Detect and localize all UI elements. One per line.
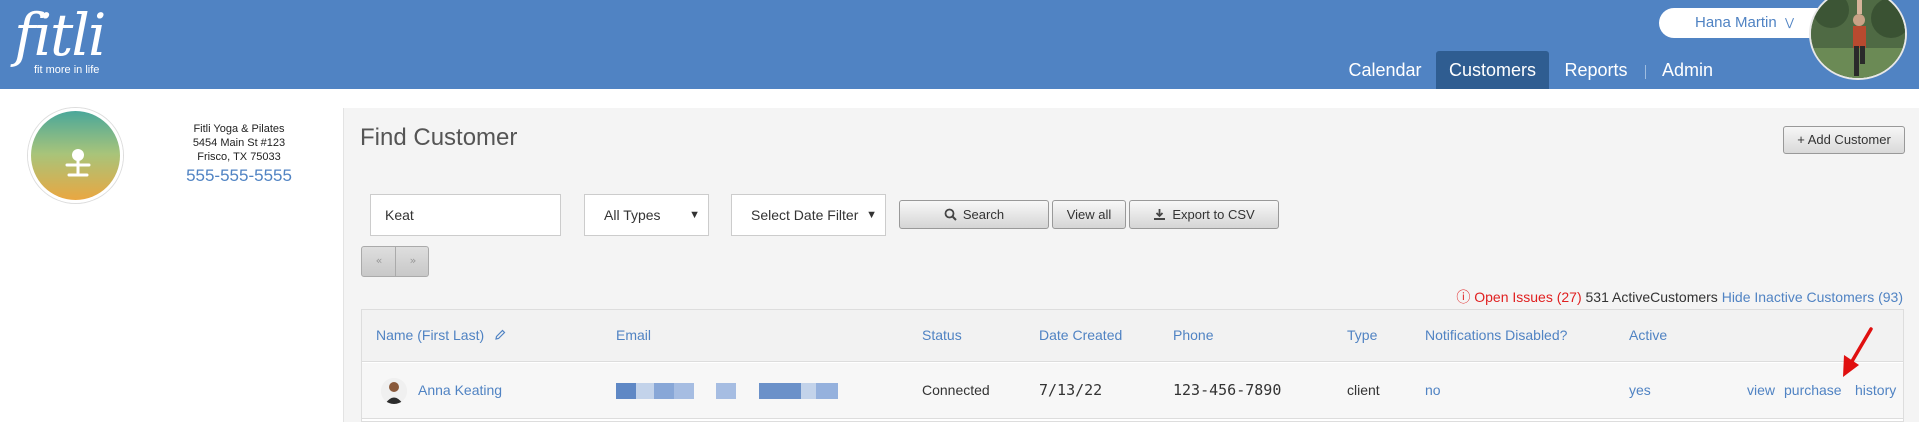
date-filter-value: Select Date Filter — [751, 207, 859, 223]
pagination: « » — [361, 246, 429, 277]
download-icon — [1154, 209, 1166, 220]
col-email[interactable]: Email — [616, 327, 651, 343]
studio-name: Fitli Yoga & Pilates — [193, 123, 285, 135]
export-csv-label: Export to CSV — [1172, 207, 1255, 222]
type-select[interactable]: All Types ▼ — [584, 194, 709, 236]
find-customer-panel: Find Customer + Add Customer All Types ▼… — [343, 108, 1919, 422]
col-notifications-disabled[interactable]: Notifications Disabled? — [1425, 327, 1567, 343]
pager-next-button[interactable]: » — [396, 254, 430, 267]
customer-status: Connected — [922, 382, 990, 398]
history-link[interactable]: history — [1855, 382, 1896, 398]
nav-calendar[interactable]: Calendar — [1340, 51, 1430, 89]
studio-logo-art — [31, 111, 120, 200]
customer-type: client — [1347, 382, 1380, 398]
col-name[interactable]: Name (First Last) — [376, 327, 506, 343]
add-customer-button[interactable]: + Add Customer — [1783, 126, 1905, 154]
search-button[interactable]: Search — [899, 200, 1049, 229]
customer-photo — [381, 378, 407, 404]
nav-reports-label: Reports — [1564, 60, 1628, 80]
nav-admin[interactable]: Admin — [1655, 51, 1720, 89]
customer-name-link[interactable]: Anna Keating — [418, 382, 502, 398]
top-bar: fitli fit more in life Calendar Customer… — [0, 0, 1919, 89]
view-all-button[interactable]: View all — [1052, 200, 1126, 229]
chevron-down-icon: ▼ — [866, 209, 877, 221]
redacted-email — [616, 383, 846, 399]
customer-date-created: 7/13/22 — [1039, 381, 1103, 399]
nav-customers[interactable]: Customers — [1436, 51, 1549, 89]
page-title: Find Customer — [360, 124, 518, 151]
customer-counts: ⓘ Open Issues (27) 531 ActiveCustomers H… — [1456, 287, 1903, 307]
view-link[interactable]: view — [1747, 382, 1775, 398]
purchase-link[interactable]: purchase — [1784, 382, 1842, 398]
col-date-created[interactable]: Date Created — [1039, 327, 1122, 343]
pager-prev-button[interactable]: « — [362, 254, 396, 267]
col-active[interactable]: Active — [1629, 327, 1667, 343]
user-name: Hana Martin — [1695, 14, 1777, 31]
customer-notifications-disabled[interactable]: no — [1425, 382, 1441, 398]
col-type[interactable]: Type — [1347, 327, 1377, 343]
studio-address-line-1: 5454 Main St #123 — [192, 137, 286, 149]
nav-calendar-label: Calendar — [1348, 60, 1422, 80]
customer-phone: 123-456-7890 — [1173, 381, 1282, 399]
col-phone[interactable]: Phone — [1173, 327, 1213, 343]
studio-phone[interactable]: 555-555-5555 — [165, 166, 313, 186]
pencil-icon[interactable] — [494, 329, 506, 341]
col-name-label: Name (First Last) — [376, 327, 485, 343]
customer-search-input[interactable] — [370, 194, 561, 236]
nav-reports[interactable]: Reports — [1555, 51, 1637, 89]
search-button-label: Search — [962, 207, 1005, 222]
nav-divider — [1645, 65, 1646, 79]
open-issues-link[interactable]: Open Issues (27) — [1474, 289, 1581, 305]
chevron-down-icon: ⋁ — [1785, 17, 1795, 29]
date-filter-select[interactable]: Select Date Filter ▼ — [731, 194, 886, 236]
studio-address-line-2: Frisco, TX 75033 — [197, 151, 281, 163]
export-csv-button[interactable]: Export to CSV — [1129, 200, 1279, 229]
customer-avatar — [381, 378, 407, 404]
alert-icon: ⓘ — [1456, 289, 1471, 305]
customer-active[interactable]: yes — [1629, 382, 1651, 398]
customer-table: Name (First Last) Email Status Date Crea… — [361, 309, 1904, 422]
table-row: Anna Keating Connected 7/13/22 123-456-7… — [362, 327, 1903, 419]
type-select-value: All Types — [604, 207, 661, 223]
main-nav: Calendar Customers Reports Admin — [0, 51, 1919, 89]
hide-inactive-link[interactable]: Hide Inactive Customers (93) — [1722, 289, 1903, 305]
studio-logo — [28, 108, 123, 203]
col-status[interactable]: Status — [922, 327, 962, 343]
search-icon — [944, 208, 957, 221]
studio-address: Fitli Yoga & Pilates 5454 Main St #123 F… — [165, 122, 313, 164]
active-customers-count: 531 ActiveCustomers — [1585, 289, 1718, 305]
nav-admin-label: Admin — [1661, 60, 1714, 80]
annotation-arrow-icon — [1843, 327, 1873, 377]
table-header: Name (First Last) Email Status Date Crea… — [362, 310, 1903, 362]
chevron-down-icon: ▼ — [689, 209, 700, 221]
nav-customers-label: Customers — [1448, 60, 1537, 80]
